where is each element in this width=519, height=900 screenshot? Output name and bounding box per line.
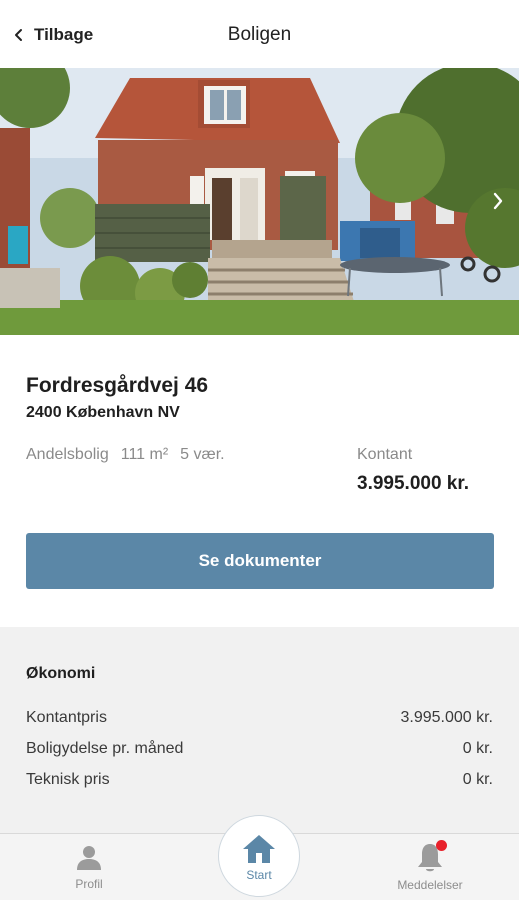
economy-row: Teknisk pris 0 kr. [26,771,493,789]
property-type: Andelsbolig [26,446,109,463]
property-area: 111 m² [120,446,169,463]
property-address: Fordresgårdvej 46 [26,374,209,397]
tab-notifications[interactable]: Meddelelser [385,834,475,900]
tab-start-label: Start [246,868,272,882]
chevron-right-icon [493,192,503,210]
page-title: Boligen [227,24,292,45]
property-rooms: 5 vær. [180,446,225,463]
economy-section: Økonomi Kontantpris 3.995.000 kr. Boligy… [0,627,519,837]
top-bar: Tilbage Boligen [0,0,519,68]
economy-title: Økonomi [26,665,96,682]
notification-badge [436,840,447,851]
property-photo[interactable] [0,68,519,335]
tab-notifications-label: Meddelelser [397,878,463,892]
economy-row-value: 3.995.000 kr. [400,709,493,726]
next-photo-button[interactable] [487,186,509,216]
price-label: Kontant [357,446,413,463]
property-specs: Andelsbolig 111 m² 5 vær. [26,446,225,464]
property-city: 2400 København NV [26,404,180,421]
see-documents-button[interactable]: Se dokumenter [26,533,494,589]
tab-profile-label: Profil [75,877,103,891]
start-button[interactable]: Start [218,815,300,897]
house-photo-image [0,68,519,335]
economy-row-label: Teknisk pris [26,771,110,788]
economy-row-value: 0 kr. [462,771,493,788]
economy-row-label: Kontantpris [26,709,107,726]
tab-start[interactable]: Start [218,815,300,900]
price-value: 3.995.000 kr. [357,473,469,494]
economy-row: Kontantpris 3.995.000 kr. [26,709,493,727]
tab-profile[interactable]: Profil [59,834,119,900]
economy-row-label: Boligydelse pr. måned [26,740,184,757]
economy-row-value: 0 kr. [462,740,493,757]
house-icon [243,835,275,863]
economy-row: Boligydelse pr. måned 0 kr. [26,740,493,758]
person-icon [77,846,101,870]
